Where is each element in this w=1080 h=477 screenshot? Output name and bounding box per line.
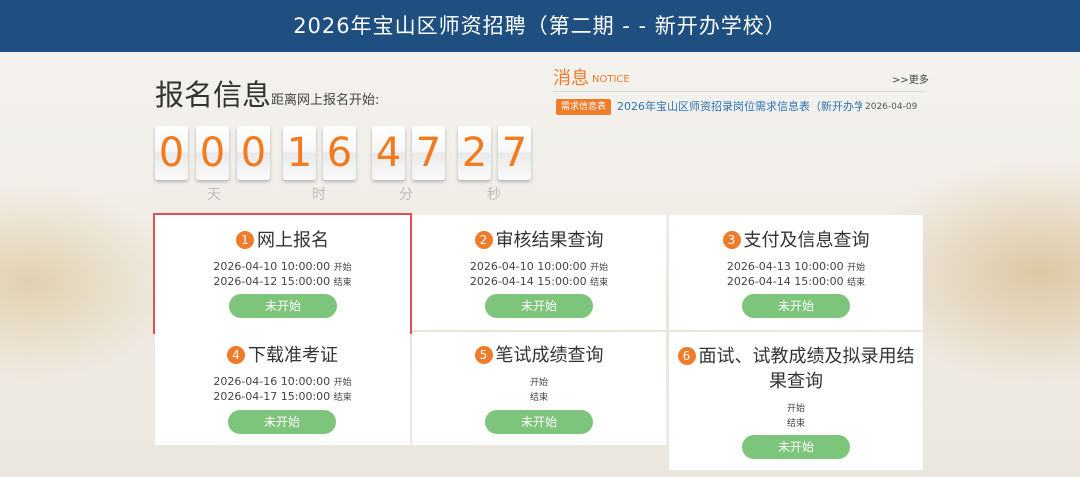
- step-times: 开始 结束: [529, 378, 548, 403]
- step-card-review-result[interactable]: 2 审核结果查询 2026-04-10 10:00:00 开始 2026-04-1…: [412, 215, 666, 330]
- step-card-online-registration[interactable]: 1 网上报名 2026-04-10 10:00:00 开始 2026-04-12 …: [153, 213, 412, 334]
- countdown-label-seconds: 秒: [487, 187, 501, 203]
- countdown-digit: 6: [323, 126, 356, 180]
- step-number: 4: [227, 346, 245, 364]
- step-title: 6 面试、试教成绩及拟录用结 果查询: [669, 344, 923, 394]
- step-number: 1: [236, 231, 254, 249]
- step-number: 6: [677, 347, 696, 365]
- step-status-button[interactable]: 未开始: [485, 410, 593, 434]
- countdown-digit: 7: [498, 126, 531, 180]
- countdown-digit: 1: [283, 126, 316, 180]
- notice-more-link[interactable]: >>更多: [892, 71, 929, 86]
- step-card-written-exam-score[interactable]: 5 笔试成绩查询 开始 结束 未开始: [412, 332, 666, 445]
- step-card-interview-score[interactable]: 6 面试、试教成绩及拟录用结 果查询 开始 结束 未开始: [669, 332, 923, 470]
- step-card-payment-info[interactable]: 3 支付及信息查询 2026-04-13 10:00:00 开始 2026-04-…: [669, 215, 923, 330]
- divider: [553, 91, 925, 92]
- countdown-label-days: 天: [207, 187, 221, 203]
- registration-title: 报名信息: [155, 78, 272, 112]
- countdown-digit: 0: [237, 126, 270, 180]
- step-title: 4 下载准考证: [155, 344, 410, 368]
- countdown-digit: 7: [412, 126, 445, 180]
- notice-tag: 需求信息表: [556, 99, 612, 115]
- step-times: 2026-04-16 10:00:00 开始 2026-04-17 15:00:…: [213, 375, 352, 403]
- notice-date: 2026-04-09: [865, 102, 918, 112]
- step-number: 2: [474, 231, 493, 249]
- countdown-digit: 4: [372, 126, 405, 180]
- notice-item[interactable]: 需求信息表 2026年宝山区师资招录岗位需求信息表（新开办学... 2026-0…: [556, 99, 926, 115]
- countdown-label-minutes: 分: [399, 187, 413, 203]
- notice-title-en: NOTICE: [592, 74, 630, 85]
- countdown: 0 0 0 1 6 4 7 2 7 天 时 分 秒: [155, 126, 535, 206]
- countdown-digit: 0: [196, 126, 229, 180]
- step-title: 1 网上报名: [155, 229, 410, 253]
- step-status-button[interactable]: 未开始: [742, 294, 850, 318]
- step-number: 5: [474, 346, 493, 364]
- page-header: 2026年宝山区师资招聘（第二期 - - 新开办学校）: [0, 0, 1080, 52]
- step-status-button[interactable]: 未开始: [229, 294, 337, 318]
- step-status-button[interactable]: 未开始: [228, 410, 336, 434]
- notice-title: 消息: [553, 68, 589, 89]
- step-times: 开始 结束: [786, 404, 805, 429]
- page-title: 2026年宝山区师资招聘（第二期 - - 新开办学校）: [293, 14, 787, 38]
- step-status-button[interactable]: 未开始: [742, 435, 850, 459]
- step-times: 2026-04-13 10:00:00 开始 2026-04-14 15:00:…: [726, 260, 866, 288]
- notice-link[interactable]: 2026年宝山区师资招录岗位需求信息表（新开办学...: [617, 99, 862, 115]
- step-card-admission-ticket[interactable]: 4 下载准考证 2026-04-16 10:00:00 开始 2026-04-17…: [155, 332, 410, 445]
- step-status-button[interactable]: 未开始: [485, 294, 593, 318]
- countdown-label-hours: 时: [312, 187, 326, 203]
- step-title: 2 审核结果查询: [412, 229, 666, 253]
- countdown-digit: 0: [155, 126, 188, 180]
- registration-countdown-caption: 距离网上报名开始:: [271, 93, 380, 108]
- step-times: 2026-04-10 10:00:00 开始 2026-04-14 15:00:…: [469, 260, 609, 288]
- step-title: 5 笔试成绩查询: [412, 344, 666, 368]
- countdown-digit: 2: [458, 126, 491, 180]
- step-title: 3 支付及信息查询: [669, 229, 923, 253]
- step-times: 2026-04-10 10:00:00 开始 2026-04-12 15:00:…: [213, 260, 352, 288]
- step-number: 3: [722, 231, 741, 249]
